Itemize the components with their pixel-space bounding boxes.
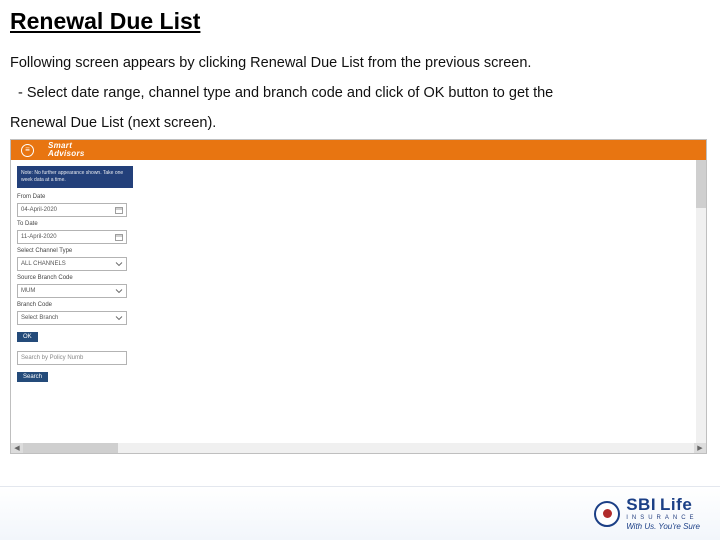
chevron-down-icon — [115, 314, 123, 322]
to-date-input[interactable]: 11-April-2020 — [17, 230, 127, 244]
calendar-icon[interactable] — [115, 233, 123, 241]
chevron-down-icon — [115, 287, 123, 295]
from-date-label: From Date — [17, 194, 133, 200]
description-line-2: - Select date range, channel type and br… — [0, 75, 720, 105]
channel-type-select[interactable]: ALL CHANNELS — [17, 257, 127, 271]
logo-tagline: With Us. You're Sure — [626, 523, 700, 531]
logo-brand-line: INSURANCE — [626, 515, 697, 521]
branch-code-value: Select Branch — [21, 315, 58, 321]
horizontal-scrollbar[interactable]: ◀ ▶ — [11, 443, 706, 453]
app-screenshot: ≡ Smart Advisors Note: No further appear… — [10, 139, 707, 454]
page-title: Renewal Due List — [0, 0, 720, 39]
app-brand: Smart Advisors — [48, 142, 85, 158]
ok-button[interactable]: OK — [17, 332, 38, 342]
to-date-label: To Date — [17, 221, 133, 227]
channel-type-value: ALL CHANNELS — [21, 261, 66, 267]
source-branch-value: MUM — [21, 288, 35, 294]
logo-brand-sub: Life — [660, 496, 692, 513]
policy-search-placeholder: Search by Policy Numb — [21, 355, 83, 361]
from-date-input[interactable]: 04-April-2020 — [17, 203, 127, 217]
search-button[interactable]: Search — [17, 372, 48, 382]
to-date-value: 11-April-2020 — [21, 234, 57, 240]
branch-code-label: Branch Code — [17, 302, 133, 308]
app-brand-line2: Advisors — [48, 150, 85, 158]
logo-brand-main: SBI — [626, 496, 656, 513]
logo-text: SBI Life INSURANCE With Us. You're Sure — [626, 496, 700, 531]
from-date-value: 04-April-2020 — [21, 207, 57, 213]
note-box: Note: No further appearance shown. Take … — [17, 166, 133, 188]
menu-icon[interactable]: ≡ — [21, 144, 34, 157]
logo-circle-icon — [594, 501, 620, 527]
vertical-scrollbar[interactable] — [696, 160, 706, 443]
scroll-right-icon[interactable]: ▶ — [694, 443, 706, 453]
branch-code-select[interactable]: Select Branch — [17, 311, 127, 325]
scrollbar-thumb[interactable] — [23, 443, 118, 453]
sbi-life-logo: SBI Life INSURANCE With Us. You're Sure — [594, 496, 700, 531]
app-header-bar: ≡ Smart Advisors — [11, 140, 706, 160]
description-line-1: Following screen appears by clicking Ren… — [0, 39, 720, 75]
form-column: Note: No further appearance shown. Take … — [11, 160, 139, 389]
policy-search-input[interactable]: Search by Policy Numb — [17, 351, 127, 365]
channel-type-label: Select Channel Type — [17, 248, 133, 254]
source-branch-label: Source Branch Code — [17, 275, 133, 281]
description-line-3: Renewal Due List (next screen). — [0, 105, 720, 139]
scroll-left-icon[interactable]: ◀ — [11, 443, 23, 453]
source-branch-select[interactable]: MUM — [17, 284, 127, 298]
slide-footer: SBI Life INSURANCE With Us. You're Sure — [0, 486, 720, 540]
calendar-icon[interactable] — [115, 206, 123, 214]
scrollbar-thumb[interactable] — [696, 160, 706, 208]
chevron-down-icon — [115, 260, 123, 268]
